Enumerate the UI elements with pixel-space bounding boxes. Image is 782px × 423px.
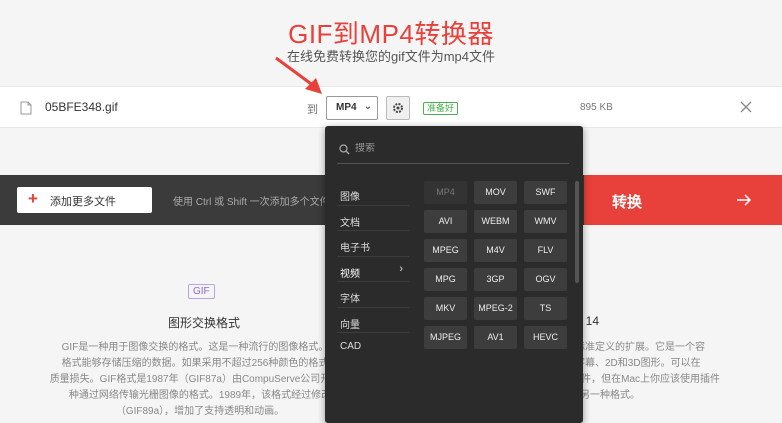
close-icon[interactable]	[739, 100, 753, 114]
category-item-ebook[interactable]: 电子书	[337, 231, 409, 257]
desc-line: GIF是一种用于图像交换的格式。这是一种流行的图像格式。利	[61, 342, 339, 353]
category-item-font[interactable]: 字体	[337, 282, 409, 308]
file-size: 895 KB	[580, 102, 613, 113]
format-option[interactable]: WEBM	[474, 210, 517, 233]
category-item-video[interactable]: 视频 ›	[337, 257, 409, 282]
search-icon	[339, 144, 350, 155]
desc-line: 格式能够存储压缩的数据。如果采用不超过256种颜色的格式，	[61, 358, 339, 369]
gif-format-description: GIF是一种用于图像交换的格式。这是一种流行的图像格式。利 格式能够存储压缩的数…	[45, 340, 355, 420]
format-dropdown: 图像 文档 电子书 视频 › 字体 向量 CAD MP4 MOV SWF AVI…	[325, 126, 583, 423]
file-name: 05BFE348.gif	[45, 100, 118, 114]
format-option[interactable]: HEVC	[524, 326, 567, 349]
format-select-value: MP4	[336, 102, 357, 113]
add-files-hint: 使用 Ctrl 或 Shift 一次添加多个文件	[173, 197, 330, 208]
convert-label: 转换	[612, 194, 643, 211]
format-option[interactable]: MPEG-2	[474, 297, 517, 320]
desc-line: 质量损失。GIF格式是1987年（GIF87a）由CompuServe公司开发的	[49, 374, 351, 385]
category-item-cad[interactable]: CAD	[337, 333, 409, 359]
format-option[interactable]: AV1	[474, 326, 517, 349]
pointer-arrow-icon	[275, 56, 322, 94]
format-option[interactable]: FLV	[524, 239, 567, 262]
format-select[interactable]: MP4 ⌄	[326, 96, 378, 120]
format-option[interactable]: OGV	[524, 268, 567, 291]
page-subtitle: 在线免费转换您的gif文件为mp4文件	[286, 49, 496, 64]
chevron-down-icon: ⌄	[363, 101, 372, 112]
format-option[interactable]: MJPEG	[424, 326, 467, 349]
chevron-right-icon: ›	[399, 262, 403, 275]
category-item-document[interactable]: 文档	[337, 206, 409, 231]
desc-line: （GIF89a），增加了支持透明和动画。	[115, 406, 285, 417]
format-option[interactable]: MOV	[474, 181, 517, 204]
format-option[interactable]: MKV	[424, 297, 467, 320]
format-search-input[interactable]	[355, 143, 555, 154]
format-option[interactable]: WMV	[524, 210, 567, 233]
dropdown-scrollbar[interactable]	[575, 181, 579, 283]
format-option[interactable]: TS	[524, 297, 567, 320]
desc-line: 种通过网络传输光栅图像的格式。1989年，该格式经过修改	[68, 390, 332, 401]
format-option[interactable]: M4V	[474, 239, 517, 262]
format-option[interactable]: SWF	[524, 181, 567, 204]
format-option[interactable]: AVI	[424, 210, 467, 233]
status-badge: 准备好	[423, 102, 459, 115]
gif-format-title: 图形交换格式	[168, 316, 241, 330]
settings-button[interactable]	[386, 96, 410, 120]
category-item-image[interactable]: 图像	[337, 180, 409, 206]
to-label: 到	[307, 104, 318, 116]
file-icon	[20, 101, 32, 115]
file-row: 05BFE348.gif 到 MP4 ⌄ 准备好 895 KB	[0, 86, 782, 128]
format-option[interactable]: 3GP	[474, 268, 517, 291]
add-files-button[interactable]: + 添加更多文件	[17, 187, 152, 213]
format-option[interactable]: MPEG	[424, 239, 467, 262]
arrow-right-icon	[737, 194, 752, 206]
gif-format-badge: GIF	[188, 284, 215, 299]
gear-icon	[393, 103, 403, 113]
format-option[interactable]: MPG	[424, 268, 467, 291]
category-list: 图像 文档 电子书 视频 › 字体 向量 CAD	[337, 180, 409, 359]
format-search	[337, 138, 569, 164]
format-grid: MP4 MOV SWF AVI WEBM WMV MPEG M4V FLV MP…	[424, 181, 569, 349]
convert-button[interactable]: 转换	[584, 175, 782, 225]
add-files-label: 添加更多文件	[50, 196, 116, 208]
category-label: 视频	[340, 268, 360, 280]
format-option[interactable]: MP4	[424, 181, 467, 204]
category-item-vector[interactable]: 向量	[337, 308, 409, 333]
plus-icon: +	[28, 189, 38, 208]
